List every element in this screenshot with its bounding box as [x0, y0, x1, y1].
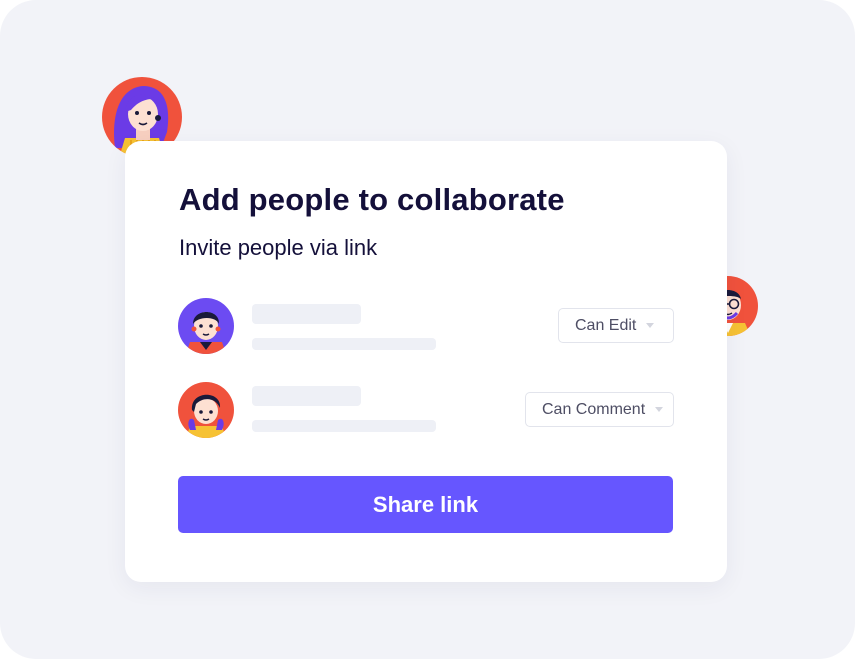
collaborator-2-name-placeholder: [252, 386, 361, 406]
collaborator-1-email-placeholder: [252, 338, 436, 350]
permission-label: Can Edit: [575, 316, 637, 334]
collaborator-2-email-placeholder: [252, 420, 436, 432]
collaborator-1-name-placeholder: [252, 304, 361, 324]
collaborator-1-permission-dropdown[interactable]: Can Edit: [558, 308, 674, 343]
dialog-subtitle: Invite people via link: [179, 235, 378, 260]
collaborator-2-avatar: [178, 382, 234, 438]
permission-label: Can Comment: [542, 400, 646, 418]
collaborate-dialog: Add people to collaborate Invite people …: [125, 141, 727, 582]
collaborator-2-permission-dropdown[interactable]: Can Comment: [525, 392, 674, 427]
dialog-title: Add people to collaborate: [179, 182, 565, 217]
share-link-button[interactable]: Share link: [178, 476, 673, 533]
chevron-down-icon: [655, 407, 664, 412]
chevron-down-icon: [646, 323, 655, 328]
collaborator-1-avatar: [178, 298, 234, 354]
